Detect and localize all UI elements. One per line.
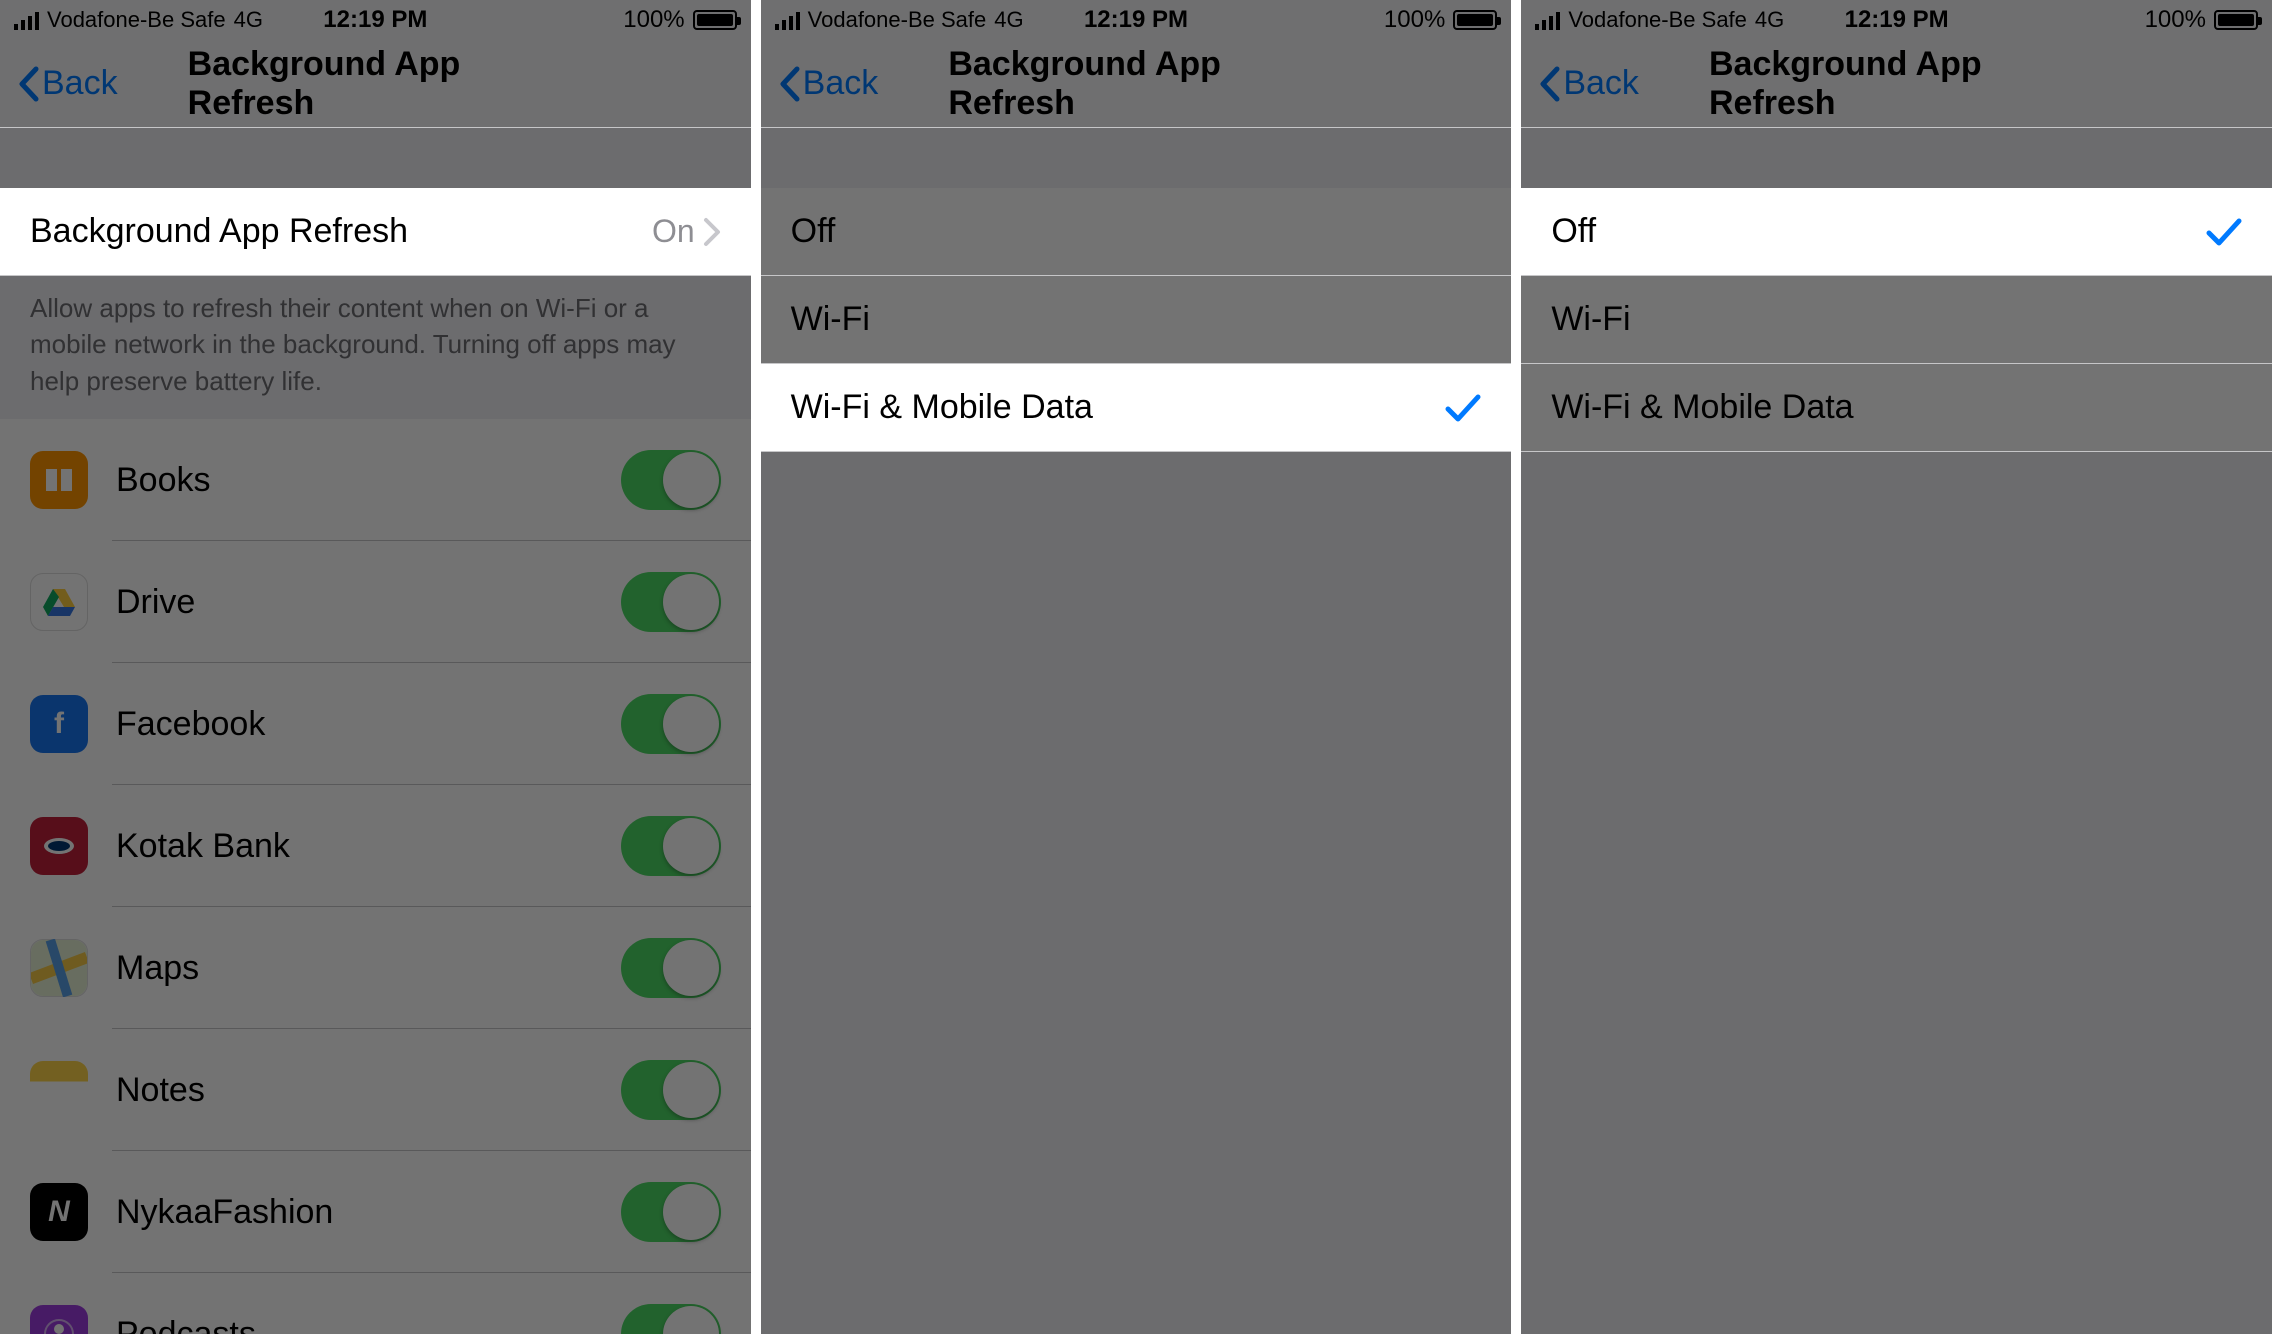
- app-row-kotak[interactable]: Kotak Bank: [0, 785, 751, 907]
- back-label: Back: [1563, 64, 1639, 103]
- drive-icon: [30, 573, 88, 631]
- notes-icon: [30, 1061, 88, 1119]
- signal-icon: [775, 10, 800, 30]
- option-off[interactable]: Off: [1521, 188, 2272, 276]
- network-label: 4G: [994, 7, 1023, 33]
- app-label: Notes: [116, 1071, 621, 1110]
- option-label: Wi-Fi: [791, 300, 1482, 339]
- kotak-icon: [30, 817, 88, 875]
- screenshot-pane-2: Vodafone-Be Safe 4G 12:19 PM 100% Back B…: [761, 0, 1522, 1334]
- nav-bar: Back Background App Refresh: [761, 40, 1512, 128]
- toggle-switch[interactable]: [621, 1304, 721, 1334]
- toggle-switch[interactable]: [621, 1060, 721, 1120]
- signal-icon: [1535, 10, 1560, 30]
- books-icon: [30, 451, 88, 509]
- nykaa-icon: N: [30, 1183, 88, 1241]
- back-button[interactable]: Back: [777, 64, 879, 103]
- background-app-refresh-row[interactable]: Background App Refresh On: [0, 188, 751, 276]
- back-label: Back: [42, 64, 118, 103]
- app-label: NykaaFashion: [116, 1193, 621, 1232]
- nav-bar: Back Background App Refresh: [1521, 40, 2272, 128]
- nav-title: Background App Refresh: [1709, 45, 2084, 123]
- screenshot-pane-3: Vodafone-Be Safe 4G 12:19 PM 100% Back B…: [1521, 0, 2282, 1334]
- app-row-maps[interactable]: Maps: [0, 907, 751, 1029]
- app-label: Kotak Bank: [116, 827, 621, 866]
- section-gap: [1521, 128, 2272, 188]
- clock-label: 12:19 PM: [323, 6, 427, 34]
- toggle-switch[interactable]: [621, 450, 721, 510]
- option-label: Off: [1551, 212, 2206, 251]
- toggle-switch[interactable]: [621, 938, 721, 998]
- clock-label: 12:19 PM: [1845, 6, 1949, 34]
- checkmark-icon: [1445, 393, 1481, 423]
- option-label: Wi-Fi & Mobile Data: [791, 388, 1446, 427]
- empty-area: [761, 452, 1512, 1334]
- chevron-left-icon: [16, 65, 40, 103]
- section-footer: Allow apps to refresh their content when…: [0, 276, 751, 419]
- option-label: Wi-Fi & Mobile Data: [1551, 388, 2242, 427]
- app-label: Drive: [116, 583, 621, 622]
- section-gap: [0, 128, 751, 188]
- chevron-right-icon: [703, 217, 721, 247]
- nav-bar: Back Background App Refresh: [0, 40, 751, 128]
- checkmark-icon: [2206, 217, 2242, 247]
- option-wifi[interactable]: Wi-Fi: [1521, 276, 2272, 364]
- battery-icon: [2214, 10, 2258, 30]
- app-row-podcasts[interactable]: Podcasts: [0, 1273, 751, 1334]
- dimmed-lower: Allow apps to refresh their content when…: [0, 276, 751, 1334]
- app-label: Facebook: [116, 705, 621, 744]
- app-row-notes[interactable]: Notes: [0, 1029, 751, 1151]
- toggle-switch[interactable]: [621, 1182, 721, 1242]
- chevron-left-icon: [777, 65, 801, 103]
- screenshot-pane-1: Vodafone-Be Safe 4G 12:19 PM 100% Back B…: [0, 0, 761, 1334]
- app-label: Podcasts: [116, 1315, 621, 1334]
- row-value: On: [652, 213, 695, 250]
- podcasts-icon: [30, 1305, 88, 1334]
- network-label: 4G: [234, 7, 263, 33]
- option-wifi[interactable]: Wi-Fi: [761, 276, 1512, 364]
- row-label: Background App Refresh: [30, 212, 652, 251]
- status-bar: Vodafone-Be Safe 4G 12:19 PM 100%: [0, 0, 751, 40]
- nav-title: Background App Refresh: [948, 45, 1323, 123]
- clock-label: 12:19 PM: [1084, 6, 1188, 34]
- status-bar: Vodafone-Be Safe 4G 12:19 PM 100%: [761, 0, 1512, 40]
- battery-percent-label: 100%: [623, 6, 684, 34]
- toggle-switch[interactable]: [621, 572, 721, 632]
- toggle-switch[interactable]: [621, 816, 721, 876]
- battery-icon: [1453, 10, 1497, 30]
- app-label: Books: [116, 461, 621, 500]
- toggle-switch[interactable]: [621, 694, 721, 754]
- battery-icon: [693, 10, 737, 30]
- chevron-left-icon: [1537, 65, 1561, 103]
- app-row-nykaa[interactable]: N NykaaFashion: [0, 1151, 751, 1273]
- signal-icon: [14, 10, 39, 30]
- nav-title: Background App Refresh: [188, 45, 563, 123]
- battery-percent-label: 100%: [1384, 6, 1445, 34]
- battery-percent-label: 100%: [2145, 6, 2206, 34]
- empty-area: [1521, 452, 2272, 1334]
- maps-icon: [30, 939, 88, 997]
- back-button[interactable]: Back: [1537, 64, 1639, 103]
- option-off[interactable]: Off: [761, 188, 1512, 276]
- section-gap: [761, 128, 1512, 188]
- option-wifi-mobile-data[interactable]: Wi-Fi & Mobile Data: [1521, 364, 2272, 452]
- carrier-label: Vodafone-Be Safe: [47, 7, 226, 33]
- option-label: Off: [791, 212, 1482, 251]
- back-button[interactable]: Back: [16, 64, 118, 103]
- status-bar: Vodafone-Be Safe 4G 12:19 PM 100%: [1521, 0, 2272, 40]
- app-label: Maps: [116, 949, 621, 988]
- app-row-drive[interactable]: Drive: [0, 541, 751, 663]
- facebook-icon: f: [30, 695, 88, 753]
- carrier-label: Vodafone-Be Safe: [1568, 7, 1747, 33]
- app-row-books[interactable]: Books: [0, 419, 751, 541]
- option-wifi-mobile-data[interactable]: Wi-Fi & Mobile Data: [761, 364, 1512, 452]
- option-label: Wi-Fi: [1551, 300, 2242, 339]
- back-label: Back: [803, 64, 879, 103]
- app-row-facebook[interactable]: f Facebook: [0, 663, 751, 785]
- network-label: 4G: [1755, 7, 1784, 33]
- carrier-label: Vodafone-Be Safe: [808, 7, 987, 33]
